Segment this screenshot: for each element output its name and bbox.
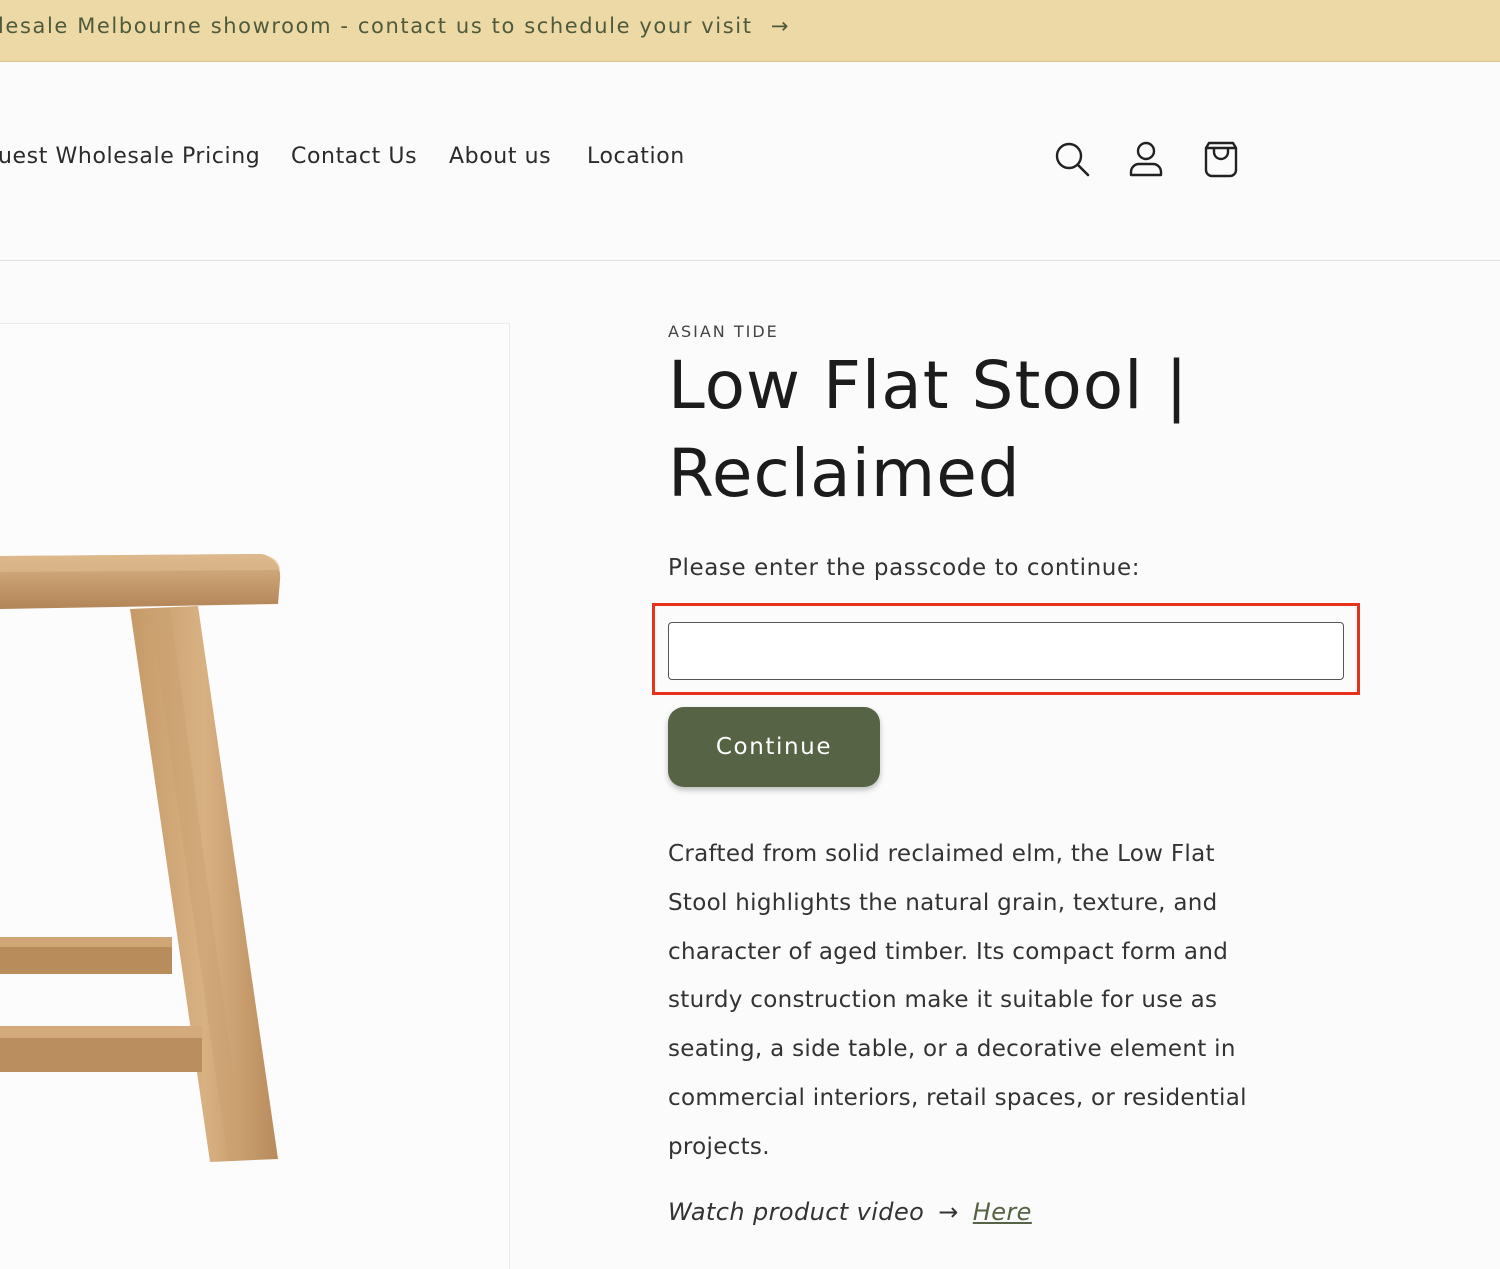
cart-icon[interactable] (1201, 139, 1241, 179)
continue-button[interactable]: Continue (668, 707, 880, 787)
arrow-right-icon: → (938, 1198, 959, 1226)
arrow-right-icon: → (770, 14, 791, 38)
announcement-text[interactable]: lesale Melbourne showroom - contact us t… (0, 14, 790, 38)
account-icon[interactable] (1126, 139, 1166, 179)
site-header: uest Wholesale Pricing Contact Us About … (0, 63, 1500, 261)
announcement-bar[interactable]: lesale Melbourne showroom - contact us t… (0, 0, 1500, 62)
product-vendor: ASIAN TIDE (668, 322, 779, 341)
product-image[interactable] (0, 323, 510, 1269)
search-icon[interactable] (1052, 139, 1092, 179)
watch-video-line: Watch product video → Here (668, 1198, 1032, 1226)
passcode-label: Please enter the passcode to continue: (668, 555, 1141, 581)
passcode-input[interactable] (668, 622, 1344, 680)
nav-item-contact-us[interactable]: Contact Us (291, 144, 417, 169)
nav-item-location[interactable]: Location (587, 144, 685, 169)
stool-image (0, 554, 281, 1162)
nav-item-about-us[interactable]: About us (449, 144, 551, 169)
announcement-label: lesale Melbourne showroom - contact us t… (0, 14, 753, 38)
watch-video-label: Watch product video (668, 1198, 925, 1226)
product-title: Low Flat Stool | Reclaimed (668, 347, 1189, 512)
nav-item-wholesale-pricing[interactable]: uest Wholesale Pricing (0, 144, 260, 169)
product-description: Crafted from solid reclaimed elm, the Lo… (668, 841, 1247, 1160)
video-link[interactable]: Here (973, 1198, 1032, 1226)
